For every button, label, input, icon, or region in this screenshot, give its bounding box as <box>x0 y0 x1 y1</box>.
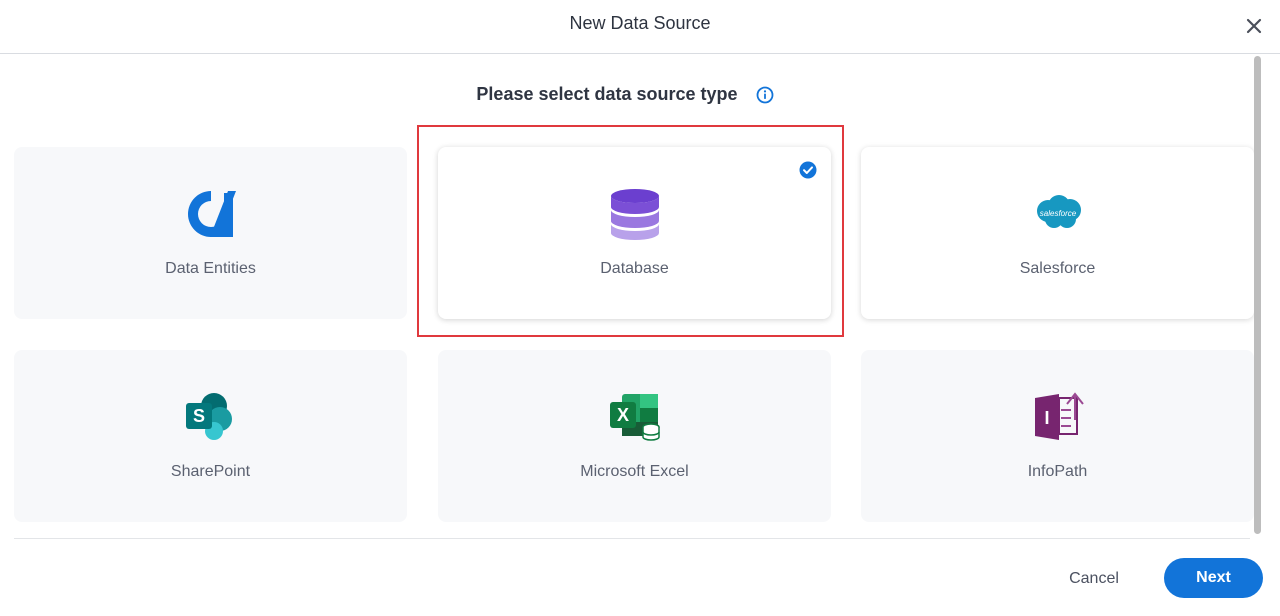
close-icon[interactable] <box>1243 15 1265 37</box>
card-label: SharePoint <box>170 463 251 480</box>
card-label: Salesforce <box>1019 260 1096 277</box>
salesforce-icon: salesforce <box>1036 195 1081 228</box>
next-button[interactable]: Next <box>1164 558 1263 598</box>
subtitle-row: Please select data source type <box>0 84 1250 105</box>
card-sharepoint[interactable]: S SharePoint <box>14 350 407 522</box>
card-label: Microsoft Excel <box>580 463 689 480</box>
excel-icon: X <box>609 394 660 441</box>
card-salesforce[interactable]: salesforce Salesforce <box>861 147 1254 319</box>
card-data-entities[interactable]: Data Entities <box>14 147 407 319</box>
dialog-title: New Data Source <box>569 13 711 33</box>
svg-text:X: X <box>616 405 628 425</box>
scrollbar-thumb[interactable] <box>1254 56 1261 534</box>
card-database[interactable]: Database <box>438 147 831 319</box>
card-label: Database <box>600 260 669 277</box>
info-icon[interactable] <box>756 86 774 104</box>
card-label: InfoPath <box>1027 463 1088 480</box>
checkmark-icon <box>799 161 817 179</box>
card-infopath[interactable]: I InfoPath <box>861 350 1254 522</box>
svg-text:I: I <box>1044 408 1049 428</box>
new-data-source-dialog: New Data Source Please select data sourc… <box>0 0 1280 616</box>
footer-divider <box>14 538 1250 539</box>
card-microsoft-excel[interactable]: X Microsoft Excel <box>438 350 831 522</box>
cancel-button[interactable]: Cancel <box>1056 564 1132 594</box>
data-entities-icon <box>187 191 236 237</box>
database-icon <box>610 189 659 240</box>
svg-text:salesforce: salesforce <box>1039 209 1076 218</box>
select-type-heading: Please select data source type <box>476 84 738 104</box>
infopath-icon: I <box>1034 392 1084 440</box>
card-label: Data Entities <box>165 260 256 277</box>
svg-text:S: S <box>192 406 204 426</box>
dialog-header: New Data Source <box>0 0 1280 54</box>
sharepoint-icon: S <box>185 393 232 440</box>
